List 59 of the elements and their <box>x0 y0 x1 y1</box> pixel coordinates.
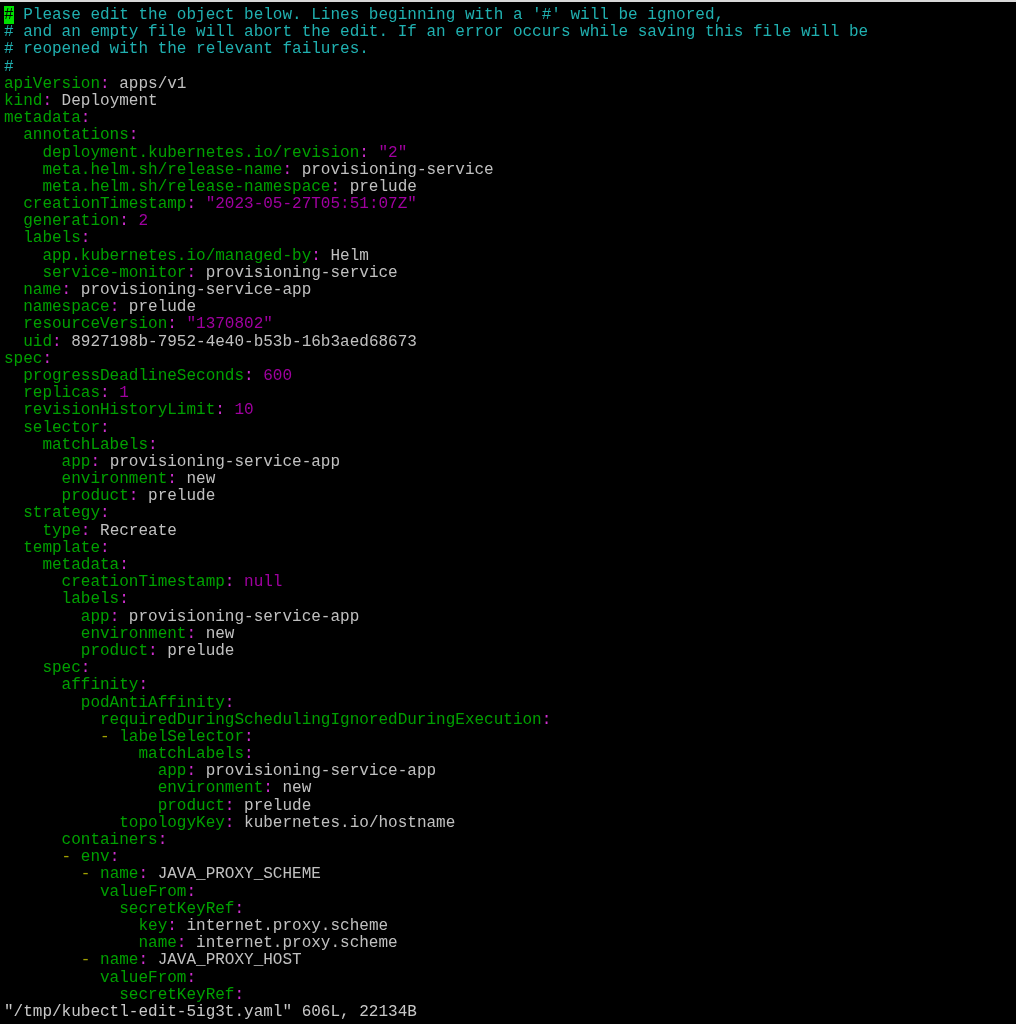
code-line: topologyKey: kubernetes.io/hostname <box>118 814 456 832</box>
code-line: uid: 8927198b-7952-4e40-b53b-16b3aed68673 <box>22 333 417 351</box>
code-line: labels: <box>22 230 91 248</box>
code-line: - env: <box>60 849 120 867</box>
code-line: type: Recreate <box>41 522 177 540</box>
code-line: valueFrom: <box>99 969 197 987</box>
code-line: matchLabels: <box>41 436 158 454</box>
code-line: environment: new <box>156 780 312 798</box>
code-line: spec: <box>41 660 91 678</box>
code-line: - name: JAVA_PROXY_HOST <box>79 952 302 970</box>
code-line: labels: <box>60 591 129 609</box>
code-line: # Please edit the object below. Lines beginning with a '#' will be ignored, <box>4 7 725 24</box>
code-line: replicas: 1 <box>22 385 129 403</box>
code-line: name: internet.proxy.scheme <box>137 935 398 953</box>
code-line: # reopened with the relevant failures. <box>4 41 369 59</box>
code-line: metadata: <box>4 110 91 128</box>
code-line: key: internet.proxy.scheme <box>137 917 389 935</box>
code-line: template: <box>22 539 110 557</box>
status-message: "/tmp/kubectl-edit-5ig3t.yaml" 606L, 22134B <box>4 1003 417 1022</box>
code-line: selector: <box>22 419 110 437</box>
code-line: affinity: <box>60 677 149 695</box>
code-line: service-monitor: provisioning-service <box>41 264 398 282</box>
code-line: app: provisioning-service-app <box>156 763 437 781</box>
code-line: requiredDuringSchedulingIgnoredDuringExecution: <box>99 711 552 729</box>
code-line: annotations: <box>22 127 139 145</box>
code-line: metadata: <box>41 557 129 574</box>
code-line: secretKeyRef: <box>118 986 245 1004</box>
code-line: creationTimestamp: null <box>60 574 283 592</box>
code-line: containers: <box>60 832 168 850</box>
code-line: valueFrom: <box>99 883 197 901</box>
code-line: creationTimestamp: "2023-05-27T05:51:07Z" <box>22 196 417 214</box>
code-line: meta.helm.sh/release-namespace: prelude <box>41 178 417 196</box>
code-line: app.kubernetes.io/managed-by: Helm <box>41 247 369 265</box>
code-line: meta.helm.sh/release-name: provisioning-service <box>41 161 494 179</box>
code-line: product: prelude <box>79 642 235 661</box>
code-line: matchLabels: <box>137 746 254 764</box>
code-line: kind: Deployment <box>4 92 158 110</box>
code-line: secretKeyRef: <box>118 900 245 918</box>
code-line: - name: JAVA_PROXY_SCHEME <box>79 866 321 884</box>
code-line: product: prelude <box>156 797 312 815</box>
code-line: strategy: <box>22 505 110 523</box>
code-line: progressDeadlineSeconds: 600 <box>22 367 293 385</box>
code-line: resourceVersion: "1370802" <box>22 316 273 334</box>
code-line: generation: 2 <box>22 213 149 231</box>
code-line: apiVersion: apps/v1 <box>4 75 187 93</box>
code-line: spec: <box>4 350 52 368</box>
code-line: app: provisioning-service-app <box>60 453 341 471</box>
code-line: app: provisioning-service-app <box>79 608 360 626</box>
code-line: name: provisioning-service-app <box>22 282 312 299</box>
code-line: namespace: prelude <box>22 299 197 317</box>
code-line: # and an empty file will abort the edit. If an error occurs while saving this file will be <box>4 24 869 42</box>
code-line: - labelSelector: <box>99 728 254 746</box>
code-line: deployment.kubernetes.io/revision: "2" <box>41 144 408 162</box>
code-line: environment: new <box>60 471 216 489</box>
code-line: revisionHistoryLimit: 10 <box>22 402 254 420</box>
code-line: # <box>4 58 14 76</box>
code-line: product: prelude <box>60 488 216 506</box>
code-line: environment: new <box>79 625 235 643</box>
code-line: podAntiAffinity: <box>79 694 235 712</box>
